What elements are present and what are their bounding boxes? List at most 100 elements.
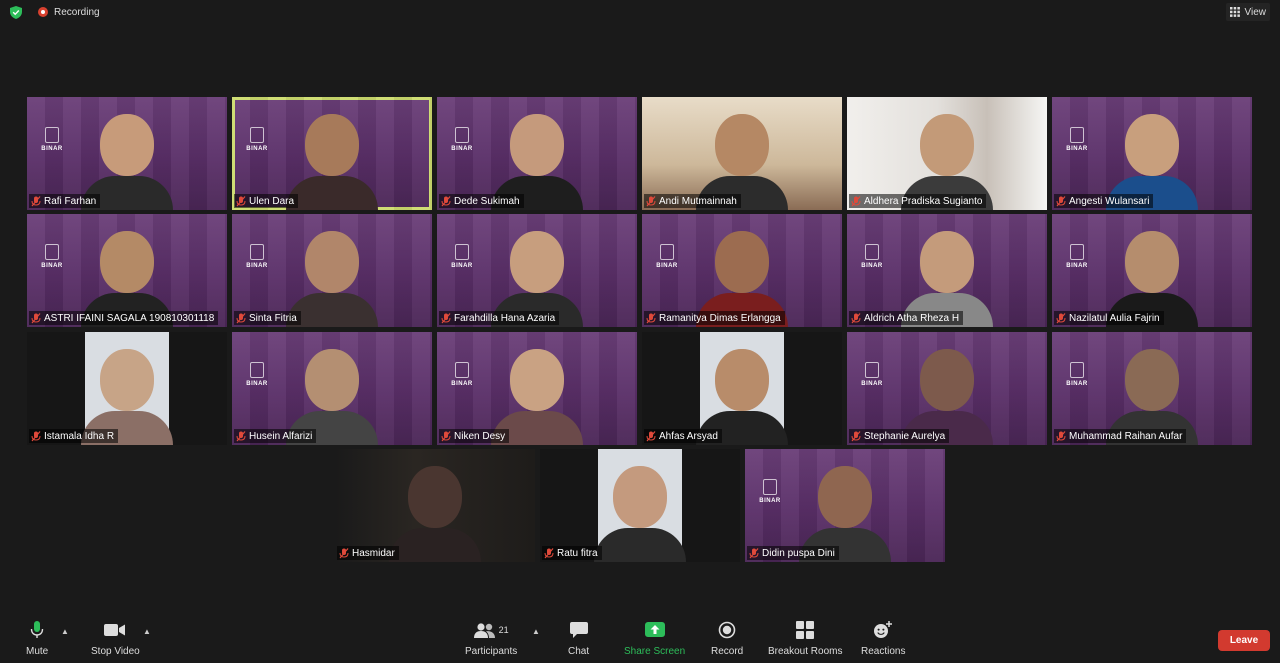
participant-video-feed xyxy=(286,106,378,210)
participants-label: Participants xyxy=(465,646,518,657)
participant-video-feed xyxy=(594,458,686,562)
video-camera-icon xyxy=(104,624,126,636)
participant-name-tag: Dede Sukimah xyxy=(439,194,524,208)
video-options-chevron-icon[interactable]: ▲ xyxy=(143,627,151,636)
muted-microphone-icon xyxy=(646,312,656,323)
participant-name-tag: Muhammad Raihan Aufar xyxy=(1054,429,1187,443)
background-logo: BINAR xyxy=(244,127,270,167)
muted-microphone-icon xyxy=(339,547,349,558)
participant-name-tag: Didin puspa Dini xyxy=(747,546,839,560)
chat-button[interactable]: Chat xyxy=(568,620,589,657)
participant-name: Dede Sukimah xyxy=(454,195,520,207)
reactions-icon xyxy=(874,621,893,638)
muted-microphone-icon xyxy=(441,312,451,323)
participant-name: Ulen Dara xyxy=(249,195,295,207)
participant-video-tile[interactable]: BINAR Dede Sukimah xyxy=(437,97,637,210)
background-logo: BINAR xyxy=(1064,127,1090,167)
record-button[interactable]: Record xyxy=(711,620,743,657)
participant-name: Didin puspa Dini xyxy=(762,547,835,559)
participant-name-tag: Aldrich Atha Rheza H xyxy=(849,311,964,325)
muted-microphone-icon xyxy=(1056,195,1066,206)
participant-video-tile[interactable]: Ahfas Arsyad xyxy=(642,332,842,445)
participant-video-tile[interactable]: BINAR Stephanie Aurelya xyxy=(847,332,1047,445)
muted-microphone-icon xyxy=(1056,312,1066,323)
participant-name: ASTRI IFAINI SAGALA 190810301118 xyxy=(44,312,215,324)
muted-microphone-icon xyxy=(851,430,861,441)
breakout-rooms-icon xyxy=(796,621,815,639)
participant-name: Hasmidar xyxy=(352,547,395,559)
participants-count: 21 xyxy=(498,625,509,635)
participants-button[interactable]: 21 Participants xyxy=(465,620,517,657)
participant-video-tile[interactable]: BINAR Didin puspa Dini xyxy=(745,449,945,562)
participant-video-tile[interactable]: BINAR Angesti Wulansari xyxy=(1052,97,1252,210)
participant-video-tile[interactable]: Istamala Idha R xyxy=(27,332,227,445)
participant-video-tile[interactable]: Aldhera Pradiska Sugianto xyxy=(847,97,1047,210)
share-screen-icon xyxy=(644,622,665,637)
participant-name-tag: Nazilatul Aulia Fajrin xyxy=(1054,311,1164,325)
leave-button[interactable]: Leave xyxy=(1218,630,1270,651)
muted-microphone-icon xyxy=(544,547,554,558)
stop-video-label: Stop Video xyxy=(91,646,140,657)
audio-options-chevron-icon[interactable]: ▲ xyxy=(61,627,69,636)
share-screen-button[interactable]: Share Screen xyxy=(624,620,685,657)
participant-name: Andi Mutmainnah xyxy=(659,195,737,207)
participant-video-tile[interactable]: Andi Mutmainnah xyxy=(642,97,842,210)
participant-name: Angesti Wulansari xyxy=(1069,195,1150,207)
muted-microphone-icon xyxy=(851,312,861,323)
participant-video-tile[interactable]: Ratu fitra xyxy=(540,449,740,562)
participant-video-tile[interactable]: BINAR Niken Desy xyxy=(437,332,637,445)
stop-video-button[interactable]: Stop Video xyxy=(91,620,140,657)
background-logo: BINAR xyxy=(39,244,65,284)
participant-name-tag: Sinta Fitria xyxy=(234,311,301,325)
chat-label: Chat xyxy=(568,646,590,657)
muted-microphone-icon xyxy=(851,195,861,206)
participant-video-tile[interactable]: BINAR Ulen Dara xyxy=(232,97,432,210)
participant-name-tag: Niken Desy xyxy=(439,429,510,443)
participant-video-tile[interactable]: BINAR Aldrich Atha Rheza H xyxy=(847,214,1047,327)
background-logo: BINAR xyxy=(654,244,680,284)
participant-name-tag: Ulen Dara xyxy=(234,194,299,208)
participant-name-tag: Andi Mutmainnah xyxy=(644,194,741,208)
participant-video-tile[interactable]: BINAR Sinta Fitria xyxy=(232,214,432,327)
background-logo: BINAR xyxy=(1064,362,1090,402)
participant-name: Niken Desy xyxy=(454,430,506,442)
background-logo: BINAR xyxy=(39,127,65,167)
muted-microphone-icon xyxy=(1056,430,1066,441)
video-grid: BINAR Rafi Farhan BINAR Ulen Dara BINAR Dede … xyxy=(0,0,1280,600)
participant-video-tile[interactable]: BINAR Ramanitya Dimas Erlangga xyxy=(642,214,842,327)
participant-video-tile[interactable]: BINAR Nazilatul Aulia Fajrin xyxy=(1052,214,1252,327)
mute-button[interactable]: Mute xyxy=(26,620,48,657)
participant-video-tile[interactable]: BINAR Rafi Farhan xyxy=(27,97,227,210)
participant-name: Farahdilla Hana Azaria xyxy=(454,312,556,324)
participant-video-tile[interactable]: BINAR Husein Alfarizi xyxy=(232,332,432,445)
participant-name-tag: Rafi Farhan xyxy=(29,194,101,208)
participant-video-tile[interactable]: BINAR ASTRI IFAINI SAGALA 190810301118 xyxy=(27,214,227,327)
breakout-rooms-button[interactable]: Breakout Rooms xyxy=(768,620,842,657)
participants-options-chevron-icon[interactable]: ▲ xyxy=(532,627,540,636)
participant-name: Ramanitya Dimas Erlangga xyxy=(659,312,781,324)
meeting-toolbar: Mute ▲ Stop Video ▲ 21 Participants ▲ Ch… xyxy=(0,614,1280,663)
participant-name-tag: Hasmidar xyxy=(337,546,399,560)
reactions-button[interactable]: Reactions xyxy=(861,620,905,657)
mute-label: Mute xyxy=(26,646,49,657)
muted-microphone-icon xyxy=(31,195,41,206)
participant-name-tag: Ahfas Arsyad xyxy=(644,429,722,443)
muted-microphone-icon xyxy=(236,312,246,323)
participant-video-tile[interactable]: Hasmidar xyxy=(335,449,535,562)
participant-name-tag: Farahdilla Hana Azaria xyxy=(439,311,560,325)
muted-microphone-icon xyxy=(236,430,246,441)
participant-name: Ratu fitra xyxy=(557,547,598,559)
participant-name: Aldrich Atha Rheza H xyxy=(864,312,960,324)
participant-name: Sinta Fitria xyxy=(249,312,297,324)
muted-microphone-icon xyxy=(31,430,41,441)
muted-microphone-icon xyxy=(441,195,451,206)
participant-name: Muhammad Raihan Aufar xyxy=(1069,430,1183,442)
muted-microphone-icon xyxy=(646,430,656,441)
participant-name: Husein Alfarizi xyxy=(249,430,313,442)
participant-video-tile[interactable]: BINAR Muhammad Raihan Aufar xyxy=(1052,332,1252,445)
participant-video-tile[interactable]: BINAR Farahdilla Hana Azaria xyxy=(437,214,637,327)
participant-name: Istamala Idha R xyxy=(44,430,115,442)
record-label: Record xyxy=(711,646,744,657)
background-logo: BINAR xyxy=(244,244,270,284)
background-logo: BINAR xyxy=(449,362,475,402)
